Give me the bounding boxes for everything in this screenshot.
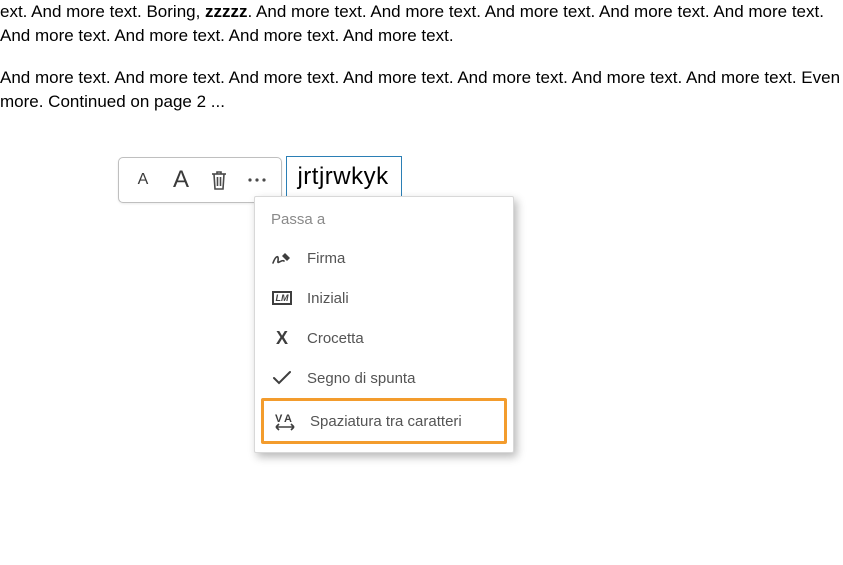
large-a-icon: A (173, 166, 189, 194)
switch-to-menu: Passa a Firma LM Iniziali X Crocetta Seg… (254, 196, 514, 453)
delete-button[interactable] (201, 162, 237, 198)
menu-item-spunta[interactable]: Segno di spunta (255, 358, 513, 398)
trash-icon (209, 169, 229, 191)
annotation-text-value: jrtjrwkyk (297, 163, 388, 190)
paragraph-2: And more text. And more text. And more t… (0, 66, 843, 114)
initials-icon: LM (271, 288, 293, 308)
menu-item-label: Crocetta (307, 330, 364, 347)
font-size-large-button[interactable]: A (163, 162, 199, 198)
more-options-button[interactable] (239, 162, 275, 198)
ellipsis-icon (246, 176, 268, 184)
document-background-text: ext. And more text. Boring, zzzzz. And m… (0, 0, 843, 114)
menu-header: Passa a (255, 205, 513, 238)
kerning-icon: V A (274, 411, 296, 431)
svg-text:A: A (284, 413, 292, 425)
check-icon (271, 368, 293, 388)
menu-item-spaziatura[interactable]: V A Spaziatura tra caratteri (261, 398, 507, 444)
menu-item-label: Firma (307, 250, 345, 267)
menu-item-label: Iniziali (307, 290, 349, 307)
text-annotation-editor: A A jrtjrwkyk (118, 146, 402, 203)
signature-icon (271, 248, 293, 268)
menu-item-crocetta[interactable]: X Crocetta (255, 318, 513, 358)
menu-item-label: Segno di spunta (307, 370, 415, 387)
menu-item-firma[interactable]: Firma (255, 238, 513, 278)
small-a-icon: A (138, 171, 149, 189)
font-size-small-button[interactable]: A (125, 162, 161, 198)
svg-text:V: V (275, 413, 283, 425)
menu-item-iniziali[interactable]: LM Iniziali (255, 278, 513, 318)
x-icon: X (271, 328, 293, 348)
paragraph-1: ext. And more text. Boring, zzzzz. And m… (0, 0, 843, 48)
menu-item-label: Spaziatura tra caratteri (310, 413, 462, 430)
